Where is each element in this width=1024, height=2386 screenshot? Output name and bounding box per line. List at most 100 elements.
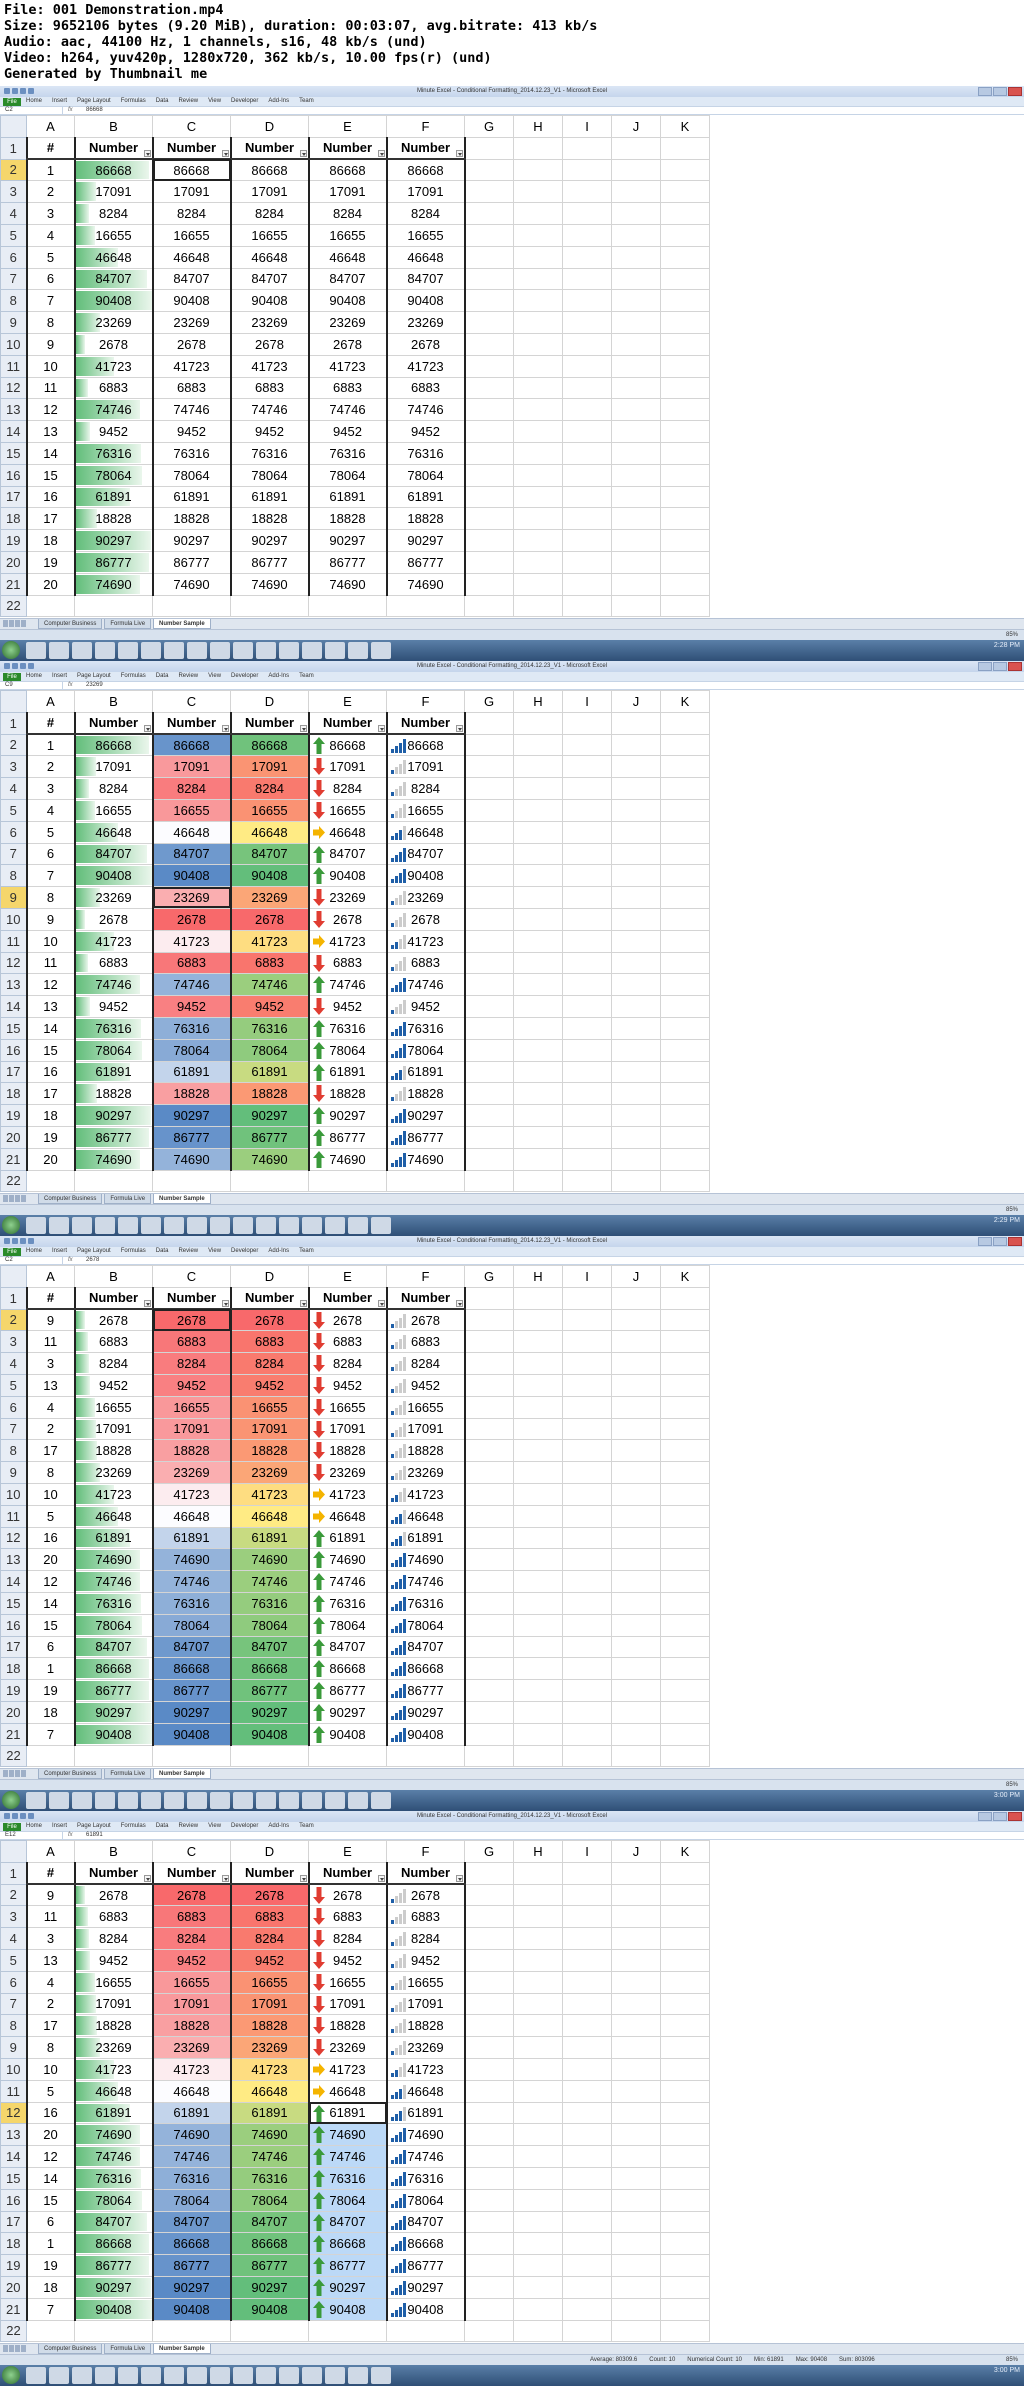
ribbon-tab[interactable]: Team <box>299 1823 314 1829</box>
cell-f5[interactable]: 16655 <box>385 798 466 822</box>
cell-b11[interactable]: 41723 <box>73 354 154 378</box>
start-button[interactable] <box>2 1791 20 1809</box>
cell-a21[interactable]: 7 <box>25 2297 76 2321</box>
cell-f7[interactable]: 84707 <box>385 267 466 291</box>
cell-k5[interactable] <box>660 223 710 247</box>
cell-d5[interactable]: 16655 <box>229 798 310 822</box>
cell-k22[interactable] <box>660 594 710 618</box>
row-header[interactable]: 17 <box>0 485 27 509</box>
filter-dropdown-icon[interactable] <box>221 150 229 158</box>
filter-dropdown-icon[interactable] <box>143 150 151 158</box>
cell-e21[interactable]: 74690 <box>307 1147 388 1171</box>
taskbar-app-icon[interactable] <box>325 642 345 659</box>
cell-h8[interactable] <box>513 864 563 888</box>
cell-e11[interactable]: 46648 <box>307 1504 388 1528</box>
cell-b18[interactable]: 86668 <box>73 2232 154 2256</box>
cell-c13[interactable]: 74690 <box>151 2123 232 2147</box>
cell-e8[interactable]: 90408 <box>307 289 388 313</box>
cell-i4[interactable] <box>562 202 612 225</box>
cell-d10[interactable]: 41723 <box>229 2057 310 2081</box>
row-header[interactable]: 2 <box>0 1308 27 1332</box>
cell-g6[interactable] <box>464 1970 514 1994</box>
cell-e12[interactable]: 61891 <box>307 2101 388 2125</box>
cell-b7[interactable]: 84707 <box>73 842 154 866</box>
header-number-cell[interactable]: Number <box>307 1286 388 1311</box>
cell-h5[interactable] <box>513 1373 563 1397</box>
cell-b7[interactable]: 17091 <box>73 1992 154 2016</box>
cell-f16[interactable]: 78064 <box>385 1038 466 1062</box>
cell-d19[interactable]: 90297 <box>229 1104 310 1127</box>
header-number-cell[interactable]: Number <box>385 1861 466 1886</box>
cell-i11[interactable] <box>562 1504 612 1528</box>
cell-b18[interactable]: 18828 <box>73 1082 154 1106</box>
cell-b12[interactable]: 61891 <box>73 2101 154 2125</box>
cell-i15[interactable] <box>562 1591 612 1615</box>
column-header-h[interactable]: H <box>513 1840 563 1863</box>
cell-b15[interactable]: 76316 <box>73 1016 154 1040</box>
ribbon-tab[interactable]: Add-Ins <box>268 673 289 679</box>
cell-b5[interactable]: 16655 <box>73 223 154 247</box>
cell-i20[interactable] <box>562 550 612 574</box>
cell-g10[interactable] <box>464 2057 514 2081</box>
cell-c5[interactable]: 16655 <box>151 798 232 822</box>
filter-dropdown-icon[interactable] <box>377 725 385 733</box>
cell-k12[interactable] <box>660 1526 710 1550</box>
cell-k8[interactable] <box>660 2014 710 2038</box>
cell-c5[interactable]: 9452 <box>151 1948 232 1972</box>
cell-j10[interactable] <box>611 1482 661 1506</box>
ribbon-tab[interactable]: View <box>208 1248 221 1254</box>
cell-g16[interactable] <box>464 2188 514 2212</box>
taskbar-app-icon[interactable] <box>141 1792 161 1809</box>
cell-f12[interactable]: 6883 <box>385 951 466 975</box>
cell-d22[interactable] <box>230 1169 309 1193</box>
cell-f8[interactable]: 90408 <box>385 289 466 313</box>
cell-h4[interactable] <box>513 202 563 225</box>
row-header[interactable]: 17 <box>0 1060 27 1084</box>
cell-g20[interactable] <box>464 2275 514 2299</box>
cell-a2[interactable]: 1 <box>25 733 76 757</box>
ribbon-tab[interactable]: Formulas <box>121 673 146 679</box>
cell-i19[interactable] <box>562 1104 612 1127</box>
row-header[interactable]: 15 <box>0 441 27 465</box>
cell-f3[interactable]: 17091 <box>385 180 466 204</box>
cell-a10[interactable]: 10 <box>25 2057 76 2081</box>
taskbar-app-icon[interactable] <box>49 2367 69 2384</box>
cell-c9[interactable]: 23269 <box>151 1461 232 1484</box>
cell-f10[interactable]: 41723 <box>385 1482 466 1506</box>
cell-k15[interactable] <box>660 1591 710 1615</box>
cell-i2[interactable] <box>562 1308 612 1332</box>
cell-c11[interactable]: 41723 <box>151 929 232 953</box>
cell-k3[interactable] <box>660 1330 710 1354</box>
cell-e15[interactable]: 76316 <box>307 2166 388 2190</box>
taskbar-app-icon[interactable] <box>141 1217 161 1234</box>
cell-b5[interactable]: 9452 <box>73 1948 154 1972</box>
cell-e12[interactable]: 61891 <box>307 1526 388 1550</box>
cell-a2[interactable]: 1 <box>25 158 76 182</box>
cell-g21[interactable] <box>464 572 514 596</box>
column-header-g[interactable]: G <box>464 115 514 138</box>
cell-b14[interactable]: 74746 <box>73 2145 154 2168</box>
cell-a22[interactable] <box>26 1169 75 1193</box>
cell-k12[interactable] <box>660 2101 710 2125</box>
cell-j20[interactable] <box>611 1700 661 1724</box>
taskbar-app-icon[interactable] <box>164 1217 184 1234</box>
taskbar-app-icon[interactable] <box>49 1217 69 1234</box>
cell-f19[interactable]: 86777 <box>385 1679 466 1702</box>
cell-e7[interactable]: 84707 <box>307 842 388 866</box>
cell-d22[interactable] <box>230 594 309 618</box>
cell-c11[interactable]: 46648 <box>151 2079 232 2103</box>
cell-a15[interactable]: 14 <box>25 441 76 465</box>
cell-d10[interactable]: 2678 <box>229 907 310 931</box>
cell-f19[interactable]: 90297 <box>385 1104 466 1127</box>
cell-b18[interactable]: 86668 <box>73 1657 154 1681</box>
cell-i12[interactable] <box>562 951 612 975</box>
filter-dropdown-icon[interactable] <box>455 1875 463 1883</box>
cell-e5[interactable]: 9452 <box>307 1948 388 1972</box>
cell-k9[interactable] <box>660 886 710 909</box>
cell-e17[interactable]: 61891 <box>307 1060 388 1084</box>
cell-k9[interactable] <box>660 311 710 334</box>
cell-j14[interactable] <box>611 420 661 443</box>
cell-c19[interactable]: 90297 <box>151 1104 232 1127</box>
taskbar-app-icon[interactable] <box>279 642 299 659</box>
ribbon-tab[interactable]: Data <box>156 673 169 679</box>
